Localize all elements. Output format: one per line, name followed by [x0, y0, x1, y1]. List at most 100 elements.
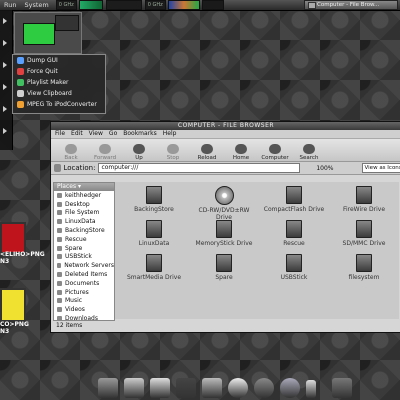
hard-drive-icon	[356, 254, 372, 272]
drive-item[interactable]: SD/MMC Drive	[333, 220, 395, 247]
globe-icon[interactable]	[280, 378, 300, 398]
sidebar-item[interactable]: Music	[54, 297, 114, 306]
sidebar-item[interactable]: keithhedger	[54, 191, 114, 200]
sidebar-item[interactable]: Pictures	[54, 288, 114, 297]
menu-view[interactable]: View	[89, 130, 103, 138]
sidebar-item[interactable]: Spare	[54, 244, 114, 253]
sidebar-item[interactable]: Rescue	[54, 235, 114, 244]
sidebar-item[interactable]: LinuxData	[54, 217, 114, 226]
folder-icon	[57, 245, 62, 251]
drive-item[interactable]: Rescue	[263, 220, 325, 247]
drive-item[interactable]: LinuxData	[123, 220, 185, 247]
location-input[interactable]: computer:///	[98, 163, 301, 173]
drive-label: Spare	[215, 274, 233, 281]
forward-arrow-icon	[99, 144, 111, 154]
zoom-level[interactable]: 100%	[316, 165, 333, 172]
drive-item[interactable]: Spare	[193, 254, 255, 281]
drive-item[interactable]: BackingStore	[123, 186, 185, 213]
ipod-icon[interactable]	[306, 380, 316, 398]
playlist-icon	[17, 79, 24, 86]
hard-drive-icon	[286, 220, 302, 238]
arrow-right-icon[interactable]	[3, 84, 7, 90]
drive-item[interactable]: USBStick	[263, 254, 325, 281]
menu-edit[interactable]: Edit	[71, 130, 83, 138]
home-button[interactable]: Home	[224, 144, 258, 161]
menu-help[interactable]: Help	[163, 130, 177, 138]
menu-bookmarks[interactable]: Bookmarks	[123, 130, 157, 138]
sidebar-item[interactable]: BackingStore	[54, 226, 114, 235]
drive-item[interactable]: CD-RW/DVD±RW Drive	[193, 186, 255, 221]
apps-icon[interactable]	[124, 378, 144, 398]
search-button[interactable]: Search	[292, 144, 326, 161]
search-icon	[303, 144, 315, 154]
sidebar-item[interactable]: Desktop	[54, 200, 114, 209]
stop-button[interactable]: Stop	[156, 144, 190, 161]
toolbar-label: Computer	[261, 155, 289, 161]
reload-button[interactable]: Reload	[190, 144, 224, 161]
sidebar-item[interactable]: File System	[54, 209, 114, 218]
places-header[interactable]: Places ▾	[54, 183, 114, 191]
drive-icon[interactable]	[98, 378, 118, 398]
drive-item[interactable]: CompactFlash Drive	[263, 186, 325, 213]
toolbar-label: Search	[299, 155, 319, 161]
sidebar-item-label: File System	[65, 209, 100, 217]
arrow-right-icon[interactable]	[3, 62, 7, 68]
image-file-thumbnail[interactable]	[0, 222, 26, 254]
mail-icon[interactable]	[150, 378, 170, 398]
folder-icon	[57, 192, 62, 198]
drive-item[interactable]: SmartMedia Drive	[123, 254, 185, 281]
menu-go[interactable]: Go	[109, 130, 117, 138]
system-monitor-slot	[105, 0, 142, 10]
folder-icon	[57, 272, 62, 278]
menu-item-dump-gui[interactable]: Dump GUI	[13, 55, 105, 66]
back-button[interactable]: Back	[54, 144, 88, 161]
location-toggle-icon[interactable]	[54, 164, 62, 172]
thumbnail-window	[23, 23, 55, 45]
sidebar-item-label: LinuxData	[65, 218, 96, 226]
arrow-right-icon[interactable]	[3, 18, 7, 24]
arrow-right-icon[interactable]	[3, 128, 7, 134]
desktop-file-label: N3	[0, 328, 10, 335]
folder-icon	[57, 307, 62, 313]
drive-item[interactable]: MemoryStick Drive	[193, 220, 255, 247]
image-file-thumbnail[interactable]	[0, 288, 26, 322]
menu-item-mpeg-converter[interactable]: MPEG To iPodConverter	[13, 99, 105, 110]
sidebar-item[interactable]: Documents	[54, 279, 114, 288]
eye-icon[interactable]	[228, 378, 248, 398]
computer-button[interactable]: Computer	[258, 144, 292, 161]
sidebar-item[interactable]: Deleted Items	[54, 270, 114, 279]
menu-item-label: MPEG To iPodConverter	[27, 101, 97, 108]
drive-label: USBStick	[280, 274, 308, 281]
shell-icon[interactable]	[202, 378, 222, 398]
monitor-icon[interactable]	[176, 378, 196, 398]
drive-label: BackingStore	[134, 206, 174, 213]
cpu-freq-monitor-1: 0 GHz	[55, 0, 77, 10]
view-as-select[interactable]: View as Icons	[361, 163, 400, 173]
menu-run[interactable]: Run	[0, 1, 20, 9]
menu-system[interactable]: System	[20, 1, 52, 9]
window-title[interactable]: COMPUTER - FILE BROWSER	[51, 122, 400, 130]
toolbar-label: Up	[135, 155, 143, 161]
drive-item[interactable]: FireWire Drive	[333, 186, 395, 213]
sidebar-item-label: BackingStore	[65, 227, 105, 235]
sidebar-item-label: Rescue	[65, 235, 87, 243]
menu-item-view-clipboard[interactable]: View Clipboard	[13, 88, 105, 99]
sidebar-item[interactable]: Network Servers	[54, 261, 114, 270]
sidebar-item[interactable]: USBStick	[54, 253, 114, 262]
up-button[interactable]: Up	[122, 144, 156, 161]
arrow-right-icon[interactable]	[3, 40, 7, 46]
workspace-thumbnail[interactable]	[14, 12, 82, 54]
camera-icon[interactable]	[254, 378, 274, 398]
hard-drive-icon	[216, 254, 232, 272]
phone-icon[interactable]	[332, 378, 352, 398]
sidebar-item[interactable]: Videos	[54, 305, 114, 314]
folder-icon	[57, 289, 62, 295]
forward-button[interactable]: Forward	[88, 144, 122, 161]
menu-file[interactable]: File	[55, 130, 65, 138]
taskbar-file-browser-button[interactable]: Computer - File Brow...	[304, 0, 398, 10]
arrow-right-icon[interactable]	[3, 106, 7, 112]
drive-item[interactable]: filesystem	[333, 254, 395, 281]
menu-item-force-quit[interactable]: Force Quit	[13, 66, 105, 77]
menu-item-playlist-maker[interactable]: Playlist Maker	[13, 77, 105, 88]
sidebar-item-label: Documents	[65, 279, 100, 287]
